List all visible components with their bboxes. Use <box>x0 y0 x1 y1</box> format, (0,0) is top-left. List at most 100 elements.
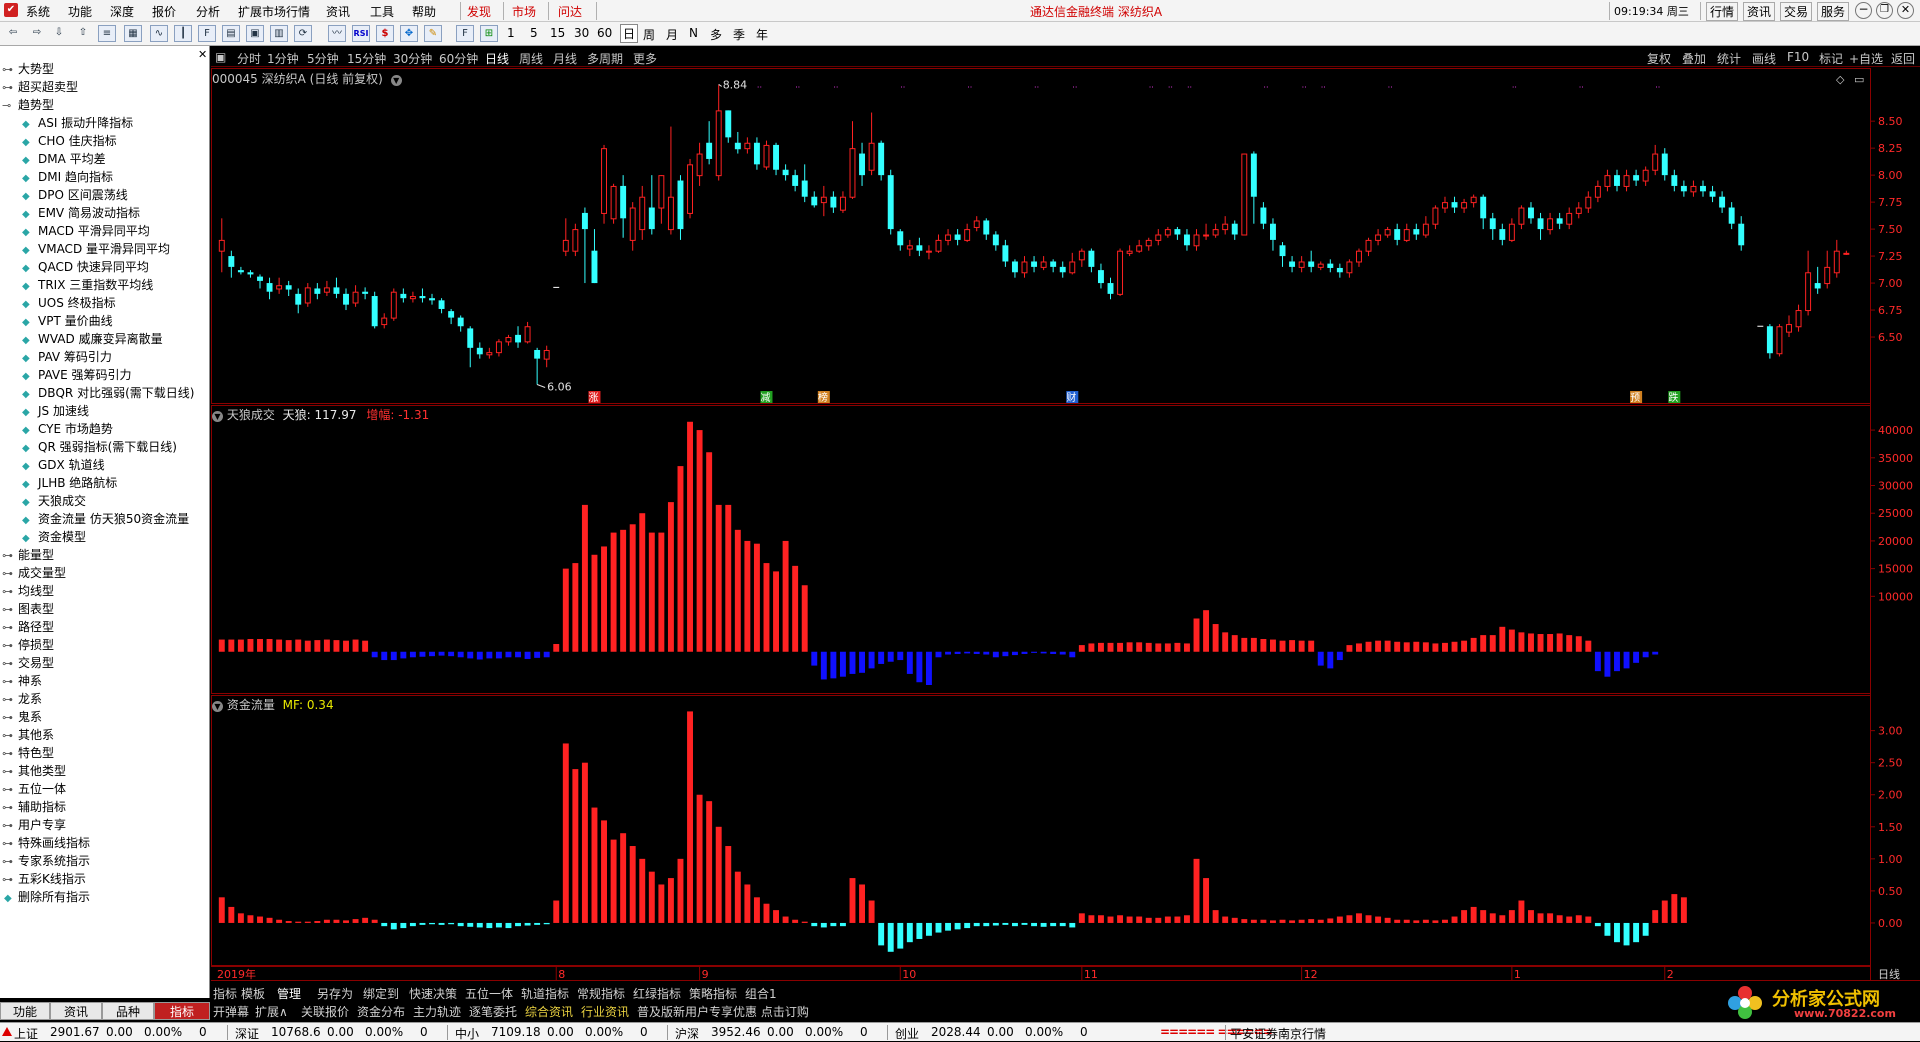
info-dot[interactable]: ·· <box>1302 83 1307 92</box>
index-name[interactable]: 创业 <box>895 1025 919 1042</box>
candle <box>1317 261 1324 271</box>
bottom-tab[interactable]: 五位一体 <box>465 985 513 1002</box>
mf-panel-toggle-icon[interactable]: ▼ <box>212 701 223 712</box>
vol-axis-label: 25000 <box>1878 507 1913 520</box>
money-flow-bar <box>1575 915 1582 923</box>
index-value: 3952.46 <box>711 1025 761 1039</box>
dropdown-icon[interactable]: ▼ <box>390 75 402 86</box>
candle <box>1394 223 1401 246</box>
volume-bar <box>1174 642 1181 652</box>
bottom-tab-2[interactable]: 主力轨迹 <box>413 1003 461 1020</box>
money-flow-bar <box>792 919 799 923</box>
bottom-tab-2[interactable]: 扩展∧ <box>255 1003 288 1020</box>
bottom-tab-2[interactable]: 普及版新用户专享优惠 点击订购 <box>637 1003 809 1020</box>
candle <box>276 277 283 294</box>
bottom-tab[interactable]: 常规指标 <box>577 985 625 1002</box>
volume-bar <box>1346 645 1353 652</box>
money-flow-bar <box>1432 920 1439 923</box>
index-name[interactable]: 上证 <box>14 1025 38 1042</box>
bottom-tab-2[interactable]: 资金分布 <box>357 1003 405 1020</box>
candle <box>1145 237 1152 251</box>
money-flow-bar <box>247 915 254 923</box>
candle <box>1126 245 1133 257</box>
info-dot[interactable]: ·· <box>833 83 838 92</box>
event-marker[interactable]: 涨 <box>588 391 601 404</box>
bottom-tab-2[interactable]: 逐笔委托 <box>469 1003 517 1020</box>
diamond-icon[interactable]: ◇ <box>1836 73 1845 86</box>
bottom-tab[interactable]: 红绿指标 <box>633 985 681 1002</box>
event-marker[interactable]: 榜 <box>817 391 830 404</box>
bottom-tab[interactable]: 策略指标 <box>689 985 737 1002</box>
money-flow-bar <box>1279 919 1286 923</box>
info-dot[interactable]: ·· <box>1072 83 1077 92</box>
candle <box>1776 324 1783 357</box>
index-percent: 0.00% <box>805 1025 844 1039</box>
volume-bar <box>562 568 569 652</box>
event-marker[interactable]: 跌 <box>1668 391 1681 404</box>
info-dot[interactable]: ·· <box>1388 83 1393 92</box>
money-flow-bar <box>228 906 235 923</box>
info-dot[interactable]: ·· <box>1655 83 1660 92</box>
volume-bar <box>581 504 588 652</box>
bottom-tab-2[interactable]: 行业资讯 <box>581 1003 629 1020</box>
chart-area[interactable]: 8.50 8.25 8.00 7.75 7.50 7.25 7.00 6.75 6.50 8.84… <box>0 0 1920 1041</box>
vol-panel-toggle-icon[interactable]: ▼ <box>212 411 223 422</box>
bottom-tab[interactable]: 另存为 <box>317 985 353 1002</box>
info-dot[interactable]: ·· <box>1034 83 1039 92</box>
money-flow-bar <box>1222 916 1229 923</box>
bottom-tab[interactable]: 快速决策 <box>409 985 457 1002</box>
event-marker[interactable]: 预 <box>1630 391 1643 404</box>
candle <box>1250 151 1257 224</box>
candle <box>362 287 369 300</box>
flower-icon <box>1728 986 1764 1020</box>
bottom-tab[interactable]: 指标 <box>213 985 237 1002</box>
money-flow-bar <box>1040 922 1047 927</box>
info-dot[interactable]: ·· <box>1579 83 1584 92</box>
index-name[interactable]: 深证 <box>235 1025 259 1042</box>
volume-bar <box>276 639 283 652</box>
volume-bar <box>1317 651 1324 666</box>
index-name[interactable]: 沪深 <box>675 1025 699 1042</box>
index-name[interactable]: 中小 <box>455 1025 479 1042</box>
volume-bar <box>1604 651 1611 677</box>
event-marker[interactable]: 减 <box>760 391 773 404</box>
info-dot[interactable]: ·· <box>900 83 905 92</box>
info-dot[interactable]: ·· <box>967 83 972 92</box>
bottom-tab-2[interactable]: 关联报价 <box>301 1003 349 1020</box>
money-flow-bar <box>859 884 866 923</box>
candle <box>1442 196 1448 213</box>
money-flow-bar <box>1241 919 1248 923</box>
bottom-tab-2[interactable]: 综合资讯 <box>525 1003 573 1020</box>
info-dot[interactable]: ·· <box>1263 83 1268 92</box>
candle <box>1585 191 1592 213</box>
info-dot[interactable]: ·· <box>1149 83 1154 92</box>
money-flow-bar <box>1518 900 1525 923</box>
date-axis-label: 11 <box>1084 968 1098 981</box>
money-flow-bar <box>419 922 426 925</box>
money-flow-bar <box>820 922 827 928</box>
info-dot[interactable]: ·· <box>1187 83 1192 92</box>
volume-bar <box>543 651 550 658</box>
money-flow-bar <box>429 922 435 925</box>
bottom-tab-2[interactable]: 开弹幕 <box>213 1003 249 1020</box>
info-dot[interactable]: ·· <box>757 83 762 92</box>
event-marker[interactable]: 财 <box>1066 391 1079 404</box>
mf-axis-label: 1.50 <box>1878 821 1903 834</box>
candle <box>1633 169 1640 186</box>
bottom-tab[interactable]: 管理 <box>277 985 301 1002</box>
window-icon[interactable]: ▭ <box>1854 73 1864 86</box>
bottom-tab[interactable]: 绑定到 <box>363 985 399 1002</box>
money-flow-bar <box>1403 919 1410 923</box>
bottom-tab[interactable]: 模板 <box>241 985 265 1002</box>
volume-bar <box>1107 642 1114 652</box>
info-dot[interactable]: ·· <box>795 83 800 92</box>
bottom-tab[interactable]: 轨道指标 <box>521 985 569 1002</box>
info-dot[interactable]: ·· <box>1168 83 1173 92</box>
index-change: 0.00 <box>767 1025 794 1039</box>
index-change: 0.00 <box>547 1025 574 1039</box>
svg-text:跌: 跌 <box>1668 391 1678 404</box>
candle <box>973 216 980 232</box>
info-dot[interactable]: ·· <box>1512 83 1517 92</box>
bottom-tab[interactable]: 组合1 <box>745 985 777 1002</box>
info-dot[interactable]: ·· <box>1321 83 1326 92</box>
